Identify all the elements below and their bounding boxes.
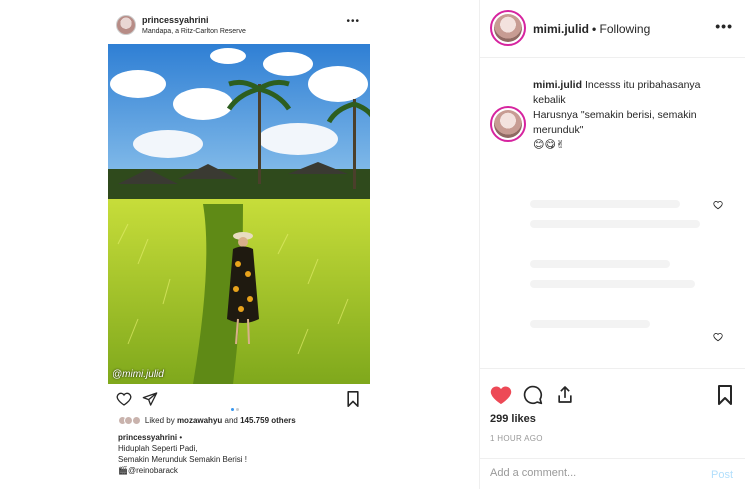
comment-author[interactable]: mimi.julid — [533, 79, 582, 91]
comment-icon[interactable] — [523, 385, 543, 405]
blurred-line — [530, 200, 680, 208]
post-location[interactable]: Mandapa, a Ritz-Carlton Reserve — [142, 28, 246, 35]
blurred-line — [530, 320, 650, 328]
post-button[interactable]: Post — [711, 469, 733, 481]
follow-status-label[interactable]: Following — [600, 22, 651, 36]
post-photo: @mimi.julid — [108, 44, 370, 384]
bookmark-icon[interactable] — [346, 391, 360, 407]
blurred-line — [530, 260, 670, 268]
comment-like-icon[interactable] — [713, 332, 723, 342]
caption-line-1: Hiduplah Seperti Padi, — [118, 444, 198, 453]
share-icon[interactable] — [555, 384, 575, 405]
liked-by-prefix: Liked by — [144, 416, 175, 425]
liker-avatar — [132, 416, 142, 425]
post-caption: princessyahrini • Hiduplah Seperti Padi,… — [118, 432, 368, 476]
rice-field-photo — [108, 44, 370, 384]
post-actions — [108, 390, 370, 411]
more-options-icon[interactable]: ••• — [715, 18, 733, 34]
more-options-icon[interactable]: ••• — [346, 16, 360, 27]
comment-avatar[interactable] — [490, 106, 526, 142]
caption-line-2: Semakin Merunduk Semakin Berisi ! — [118, 455, 247, 464]
panel-username[interactable]: mimi.julid — [533, 22, 589, 36]
embedded-post: princessyahrini Mandapa, a Ritz-Carlton … — [108, 0, 370, 489]
post-username[interactable]: princessyahrini — [142, 15, 209, 25]
caption-mention[interactable]: @reinobarack — [128, 466, 178, 475]
liked-by-conjunction: and — [224, 416, 238, 425]
carousel-dot-active — [231, 408, 234, 411]
follow-status[interactable]: • Following — [592, 22, 650, 36]
caption-author[interactable]: princessyahrini — [118, 433, 177, 442]
direct-share-icon[interactable] — [142, 391, 158, 407]
post-timestamp: 1 HOUR AGO — [490, 434, 543, 443]
blurred-line — [530, 220, 700, 228]
blurred-line — [530, 280, 695, 288]
avatar[interactable] — [490, 10, 526, 46]
watermark-text: @mimi.julid — [112, 369, 164, 380]
header-separator: • — [592, 22, 597, 36]
clapperboard-icon: 🎬 — [118, 466, 128, 475]
heart-outline-icon[interactable] — [116, 391, 132, 407]
comment-like-icon[interactable] — [713, 200, 723, 210]
heart-filled-icon[interactable] — [490, 385, 512, 405]
liked-by-user[interactable]: mozawahyu — [177, 416, 222, 425]
panel-actions: 299 likes 1 HOUR AGO — [480, 368, 745, 458]
blurred-comments — [530, 190, 720, 360]
liked-by-row: Liked by mozawahyu and 145.759 others — [118, 416, 296, 425]
comment-input[interactable] — [490, 467, 690, 479]
comment-text: mimi.julid Incesss itu pribahasanya keba… — [533, 78, 733, 153]
avatar[interactable] — [116, 15, 136, 35]
caption-author-suffix: • — [177, 433, 183, 442]
add-comment-bar: Post — [480, 458, 745, 489]
post-side-panel: mimi.julid • Following ••• mimi.julid In… — [480, 0, 745, 489]
comment-line-2: Harusnya "semakin berisi, semakin merund… — [533, 109, 697, 136]
likes-count[interactable]: 299 likes — [490, 413, 536, 425]
liked-by-count[interactable]: 145.759 others — [240, 416, 296, 425]
carousel-dots — [230, 398, 240, 416]
carousel-dot — [236, 408, 239, 411]
post-header: princessyahrini Mandapa, a Ritz-Carlton … — [108, 12, 370, 42]
comment-emojis: 😊😋✌ — [533, 139, 566, 151]
panel-header: mimi.julid • Following ••• — [480, 0, 745, 58]
bookmark-icon[interactable] — [717, 385, 733, 405]
